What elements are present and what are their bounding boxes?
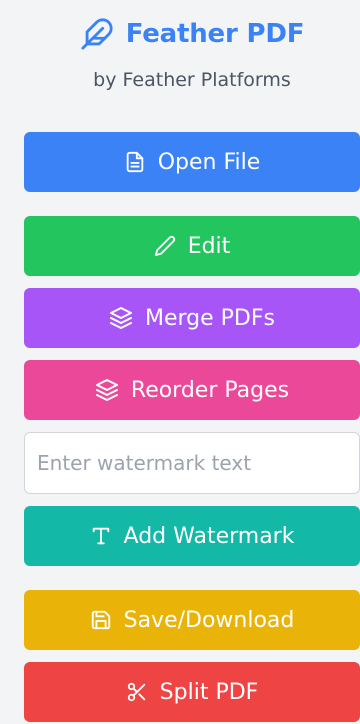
layers-icon: [95, 378, 119, 402]
merge-pdfs-button[interactable]: Merge PDFs: [24, 288, 360, 348]
edit-label: Edit: [187, 233, 231, 259]
edit-button[interactable]: Edit: [24, 216, 360, 276]
app-title: Feather PDF: [125, 19, 305, 49]
save-download-label: Save/Download: [123, 607, 295, 633]
reorder-pages-button[interactable]: Reorder Pages: [24, 360, 360, 420]
title-row: Feather PDF: [0, 14, 360, 54]
app-subtitle: by Feather Platforms: [93, 69, 291, 91]
type-icon: [90, 525, 112, 547]
layers-icon: [109, 306, 133, 330]
pencil-icon: [154, 235, 176, 257]
merge-pdfs-label: Merge PDFs: [145, 305, 275, 331]
open-file-label: Open File: [157, 149, 261, 175]
split-pdf-button[interactable]: Split PDF: [24, 662, 360, 722]
file-icon: [124, 151, 146, 173]
save-icon: [90, 609, 112, 631]
add-watermark-label: Add Watermark: [123, 523, 295, 549]
save-download-button[interactable]: Save/Download: [24, 590, 360, 650]
reorder-pages-label: Reorder Pages: [130, 377, 290, 403]
open-file-button[interactable]: Open File: [24, 132, 360, 192]
add-watermark-button[interactable]: Add Watermark: [24, 506, 360, 566]
watermark-text-input[interactable]: [25, 433, 359, 493]
watermark-input-wrapper: [24, 432, 360, 494]
scissors-icon: [126, 681, 148, 703]
split-pdf-label: Split PDF: [159, 679, 259, 705]
feather-icon: [80, 17, 114, 51]
